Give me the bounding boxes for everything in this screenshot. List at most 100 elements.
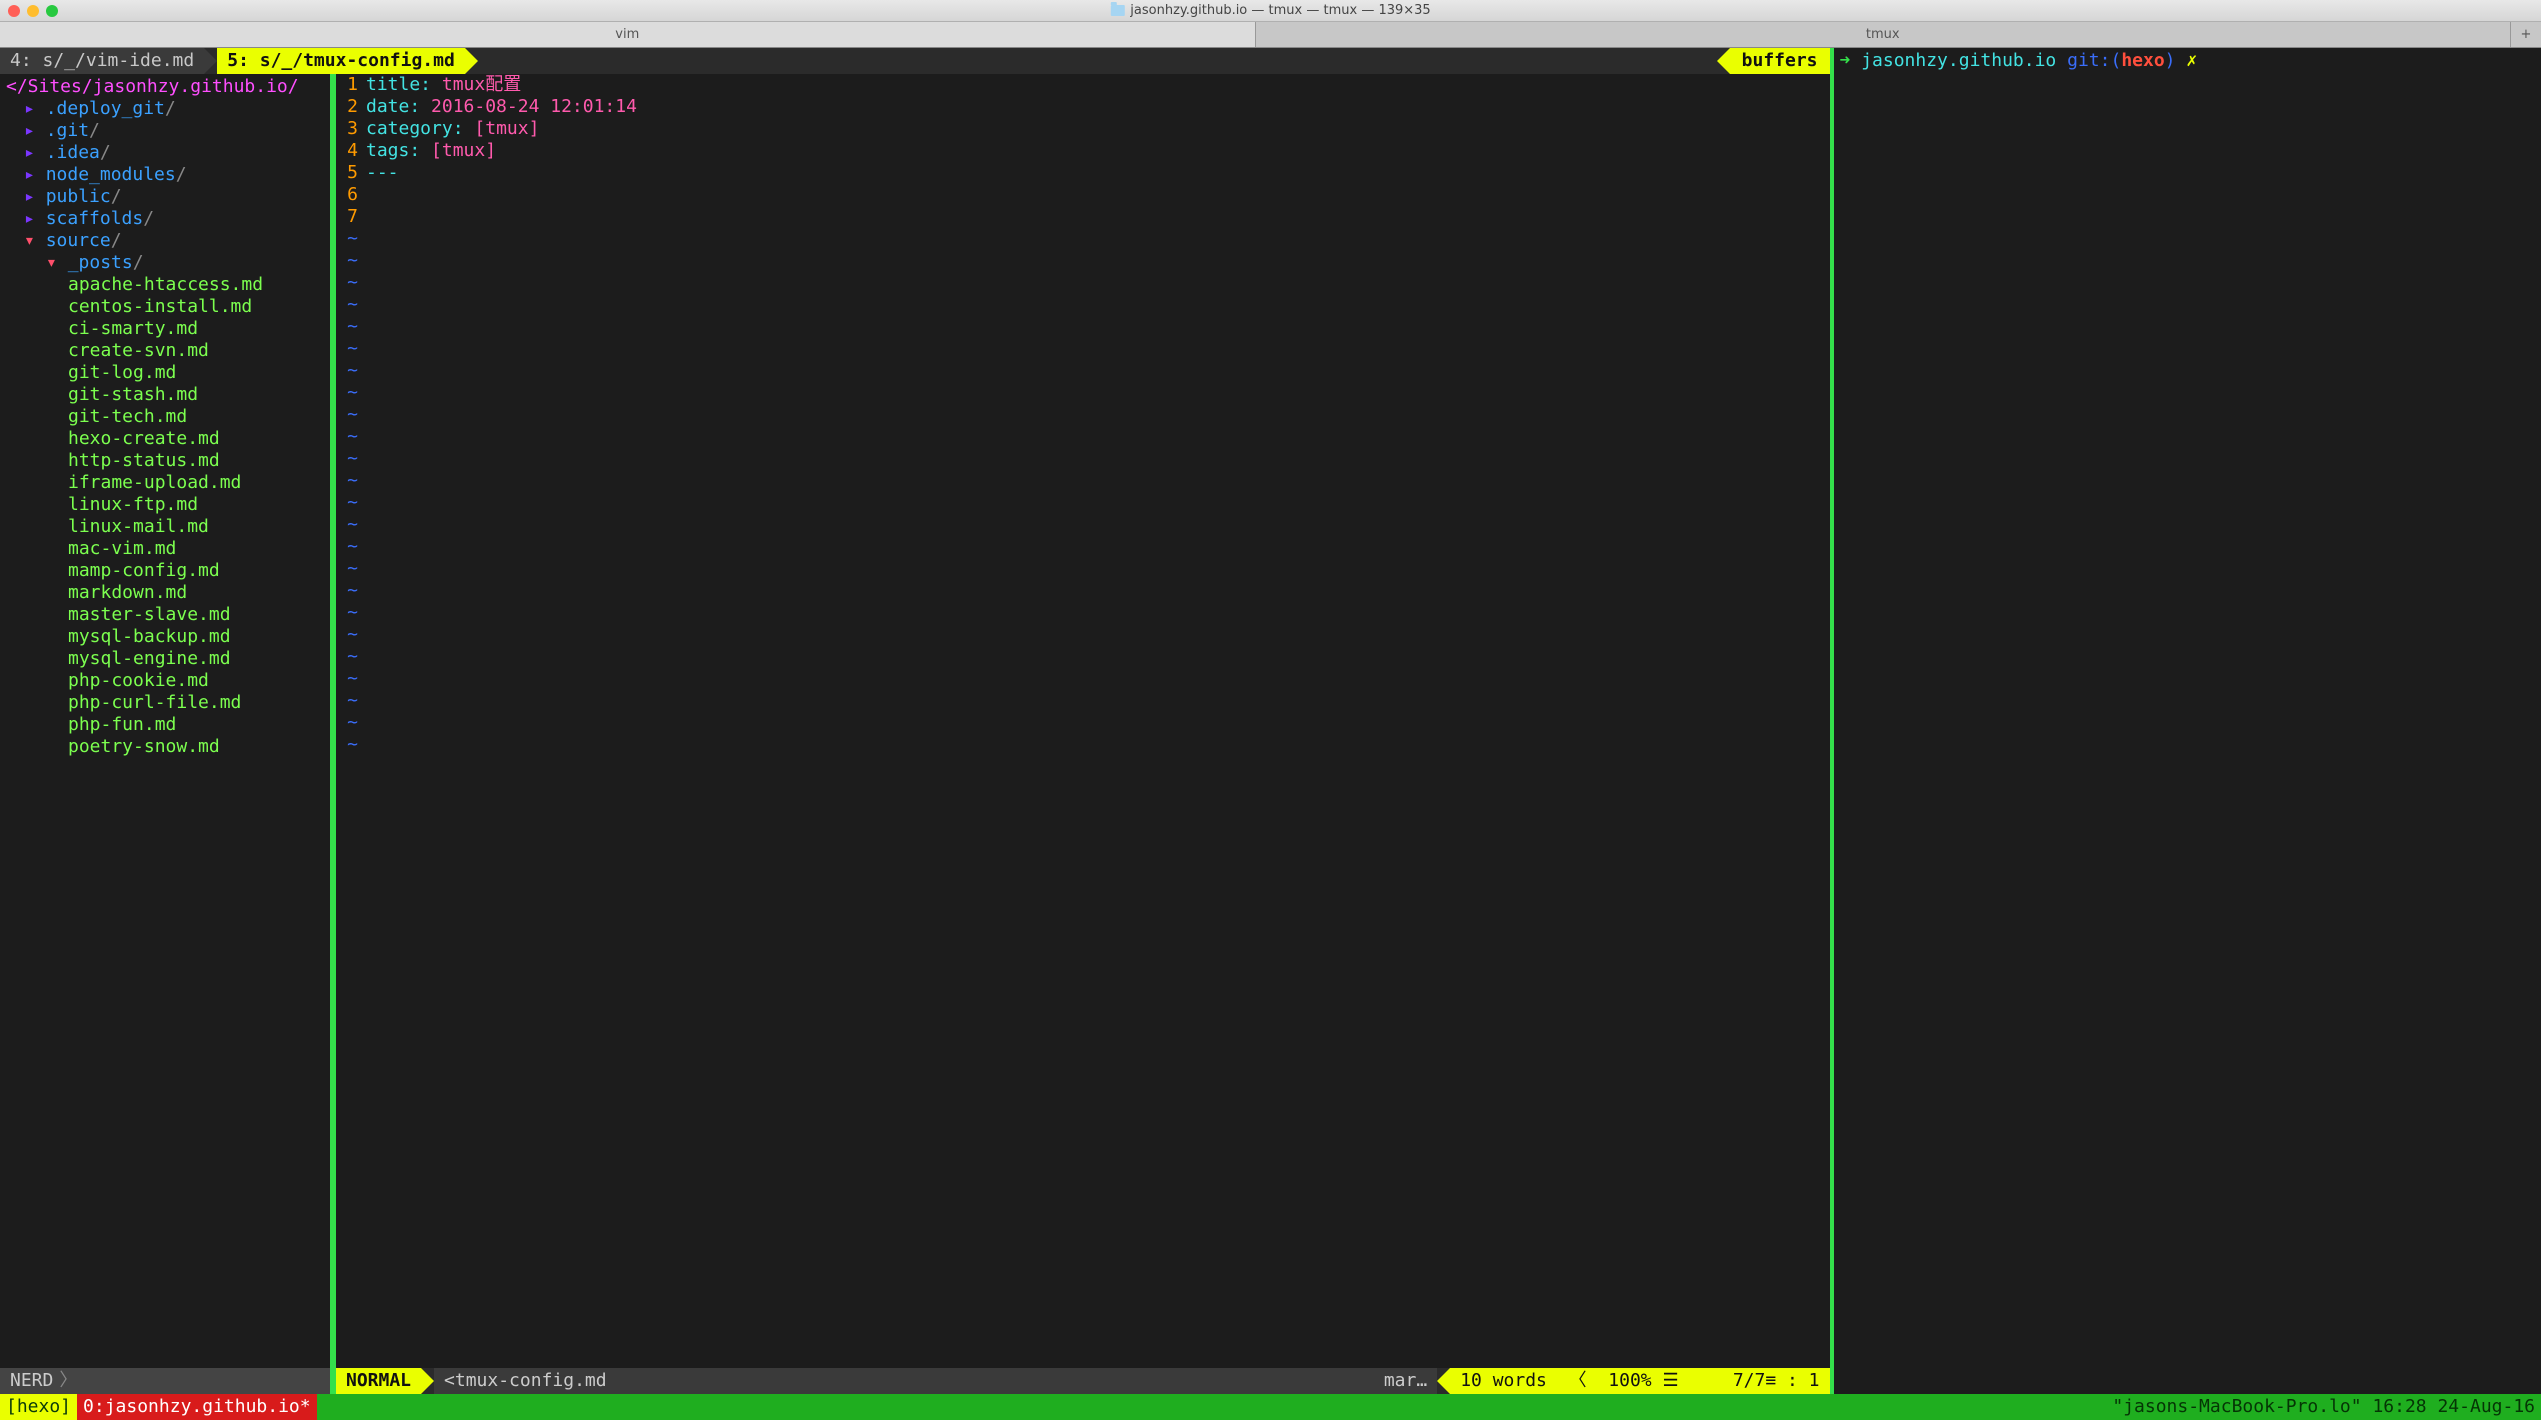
vim-buffers-label[interactable]: buffers bbox=[1730, 48, 1830, 74]
prompt-git-close: ) bbox=[2165, 50, 2176, 71]
tab-add-button[interactable]: + bbox=[2511, 22, 2541, 47]
chevron-right-icon: ▸ bbox=[24, 98, 35, 119]
chevron-right-icon bbox=[465, 48, 478, 74]
chevron-right-icon: ▸ bbox=[24, 208, 35, 229]
file-name: git-stash.md bbox=[68, 384, 198, 405]
file-name: apache-htaccess.md bbox=[68, 274, 263, 295]
statusline-right: 10 words 〈 100% ☰ 7/7≡ : 1 bbox=[1450, 1368, 1829, 1394]
nerdtree-file[interactable]: php-fun.md bbox=[6, 714, 324, 736]
tab-tmux[interactable]: tmux bbox=[1256, 22, 2512, 47]
nerdtree-dir[interactable]: ▸ node_modules/ bbox=[6, 164, 324, 186]
chevron-right-icon: ▸ bbox=[24, 186, 35, 207]
maximize-icon[interactable] bbox=[46, 5, 58, 17]
nerdtree-file[interactable]: create-svn.md bbox=[6, 340, 324, 362]
statusline-percent: 100% ☰ bbox=[1608, 1370, 1678, 1391]
nerdtree-file[interactable]: mysql-backup.md bbox=[6, 626, 324, 648]
nerdtree-file[interactable]: linux-mail.md bbox=[6, 516, 324, 538]
terminal-tab-bar: vim tmux + bbox=[0, 22, 2541, 48]
nerdtree-file[interactable]: php-cookie.md bbox=[6, 670, 324, 692]
main-area: 4: s/_/vim-ide.md 5: s/_/tmux-config.md … bbox=[0, 48, 2541, 1394]
nerdtree-dir[interactable]: ▸ .deploy_git/ bbox=[6, 98, 324, 120]
tmux-status-bar: [hexo] 0:jasonhzy.github.io* "jasons-Mac… bbox=[0, 1394, 2541, 1420]
nerdtree-file[interactable]: apache-htaccess.md bbox=[6, 274, 324, 296]
prompt-branch: hexo bbox=[2121, 50, 2164, 71]
tmux-window-active[interactable]: 0:jasonhzy.github.io* bbox=[77, 1394, 317, 1420]
code-line[interactable]: date: 2016-08-24 12:01:14 bbox=[366, 96, 1830, 118]
dir-name: public bbox=[46, 186, 111, 207]
code-line[interactable]: title: tmux配置 bbox=[366, 74, 1830, 96]
chevron-down-icon: ▾ bbox=[24, 230, 35, 251]
file-name: php-curl-file.md bbox=[68, 692, 241, 713]
tab-vim[interactable]: vim bbox=[0, 22, 1256, 47]
file-name: linux-mail.md bbox=[68, 516, 209, 537]
dir-name: _posts bbox=[68, 252, 133, 273]
file-name: markdown.md bbox=[68, 582, 187, 603]
code-line[interactable] bbox=[366, 184, 1830, 206]
chevron-left-icon bbox=[1717, 48, 1730, 74]
nerdtree-file[interactable]: mac-vim.md bbox=[6, 538, 324, 560]
window-titlebar: jasonhzy.github.io — tmux — tmux — 139×3… bbox=[0, 0, 2541, 22]
nerdtree-dir[interactable]: ▸ .idea/ bbox=[6, 142, 324, 164]
statusline-mid: <tmux-config.md mar… bbox=[434, 1368, 1437, 1394]
prompt-cwd: jasonhzy.github.io bbox=[1861, 50, 2056, 71]
nerdtree-file[interactable]: ci-smarty.md bbox=[6, 318, 324, 340]
nerdtree-file[interactable]: markdown.md bbox=[6, 582, 324, 604]
code-content[interactable]: title: tmux配置date: 2016-08-24 12:01:14ca… bbox=[366, 74, 1830, 1368]
nerdtree-file[interactable]: php-curl-file.md bbox=[6, 692, 324, 714]
nerdtree-dir[interactable]: ▸ scaffolds/ bbox=[6, 208, 324, 230]
nerdtree-file[interactable]: mysql-engine.md bbox=[6, 648, 324, 670]
tab-tmux-label: tmux bbox=[1866, 27, 1900, 42]
nerdtree-file[interactable]: poetry-snow.md bbox=[6, 736, 324, 758]
nerdtree-file[interactable]: iframe-upload.md bbox=[6, 472, 324, 494]
statusline-nerd: NERD 〉 bbox=[0, 1368, 330, 1394]
code-line[interactable] bbox=[366, 206, 1830, 228]
dir-name: .deploy_git bbox=[46, 98, 165, 119]
file-name: http-status.md bbox=[68, 450, 220, 471]
nerdtree-panel[interactable]: </Sites/jasonhzy.github.io/ ▸ .deploy_gi… bbox=[0, 74, 330, 1368]
file-name: mac-vim.md bbox=[68, 538, 176, 559]
file-name: git-log.md bbox=[68, 362, 176, 383]
nerdtree-dir[interactable]: ▸ public/ bbox=[6, 186, 324, 208]
vim-tab-active[interactable]: 5: s/_/tmux-config.md bbox=[217, 48, 465, 74]
plus-icon: + bbox=[2521, 27, 2532, 42]
statusline-filename: <tmux-config.md bbox=[444, 1368, 607, 1394]
statusline-filetype: mar… bbox=[1384, 1368, 1427, 1394]
nerdtree-file[interactable]: hexo-create.md bbox=[6, 428, 324, 450]
nerdtree-file[interactable]: git-tech.md bbox=[6, 406, 324, 428]
tab-vim-label: vim bbox=[615, 27, 639, 42]
statusline-nerd-label: NERD bbox=[10, 1368, 53, 1394]
close-icon[interactable] bbox=[8, 5, 20, 17]
vim-tab-inactive[interactable]: 4: s/_/vim-ide.md bbox=[0, 48, 204, 74]
nerdtree-root[interactable]: </Sites/jasonhzy.github.io/ bbox=[6, 76, 324, 98]
vim-tabline: 4: s/_/vim-ide.md 5: s/_/tmux-config.md … bbox=[0, 48, 1830, 74]
nerdtree-file[interactable]: git-log.md bbox=[6, 362, 324, 384]
dir-name: scaffolds bbox=[46, 208, 144, 229]
chevron-right-icon: 〉 bbox=[59, 1368, 77, 1394]
window-title-text: jasonhzy.github.io — tmux — tmux — 139×3… bbox=[1130, 3, 1430, 18]
file-name: centos-install.md bbox=[68, 296, 252, 317]
editor-area[interactable]: 1234567~~~~~~~~~~~~~~~~~~~~~~~~ title: t… bbox=[336, 74, 1830, 1368]
code-line[interactable]: category: [tmux] bbox=[366, 118, 1830, 140]
file-name: ci-smarty.md bbox=[68, 318, 198, 339]
line-number-gutter: 1234567~~~~~~~~~~~~~~~~~~~~~~~~ bbox=[336, 74, 366, 1368]
nerdtree-subdir-open[interactable]: ▾ _posts/ bbox=[6, 252, 324, 274]
code-line[interactable]: --- bbox=[366, 162, 1830, 184]
nerdtree-file[interactable]: git-stash.md bbox=[6, 384, 324, 406]
nerdtree-dir[interactable]: ▸ .git/ bbox=[6, 120, 324, 142]
file-name: create-svn.md bbox=[68, 340, 209, 361]
dir-name: .git bbox=[46, 120, 89, 141]
nerdtree-file[interactable]: http-status.md bbox=[6, 450, 324, 472]
nerdtree-file[interactable]: mamp-config.md bbox=[6, 560, 324, 582]
shell-pane[interactable]: ➜ jasonhzy.github.io git:(hexo) ✗ bbox=[1830, 48, 2541, 1394]
tmux-session[interactable]: [hexo] bbox=[0, 1394, 77, 1420]
nerdtree-dir-open[interactable]: ▾ source/ bbox=[6, 230, 324, 252]
traffic-lights bbox=[8, 5, 58, 17]
code-line[interactable]: tags: [tmux] bbox=[366, 140, 1830, 162]
vim-statusline: NERD 〉 NORMAL <tmux-config.md mar… 10 wo… bbox=[0, 1368, 1830, 1394]
nerdtree-file[interactable]: master-slave.md bbox=[6, 604, 324, 626]
minimize-icon[interactable] bbox=[27, 5, 39, 17]
nerdtree-file[interactable]: centos-install.md bbox=[6, 296, 324, 318]
file-name: git-tech.md bbox=[68, 406, 187, 427]
file-name: linux-ftp.md bbox=[68, 494, 198, 515]
nerdtree-file[interactable]: linux-ftp.md bbox=[6, 494, 324, 516]
